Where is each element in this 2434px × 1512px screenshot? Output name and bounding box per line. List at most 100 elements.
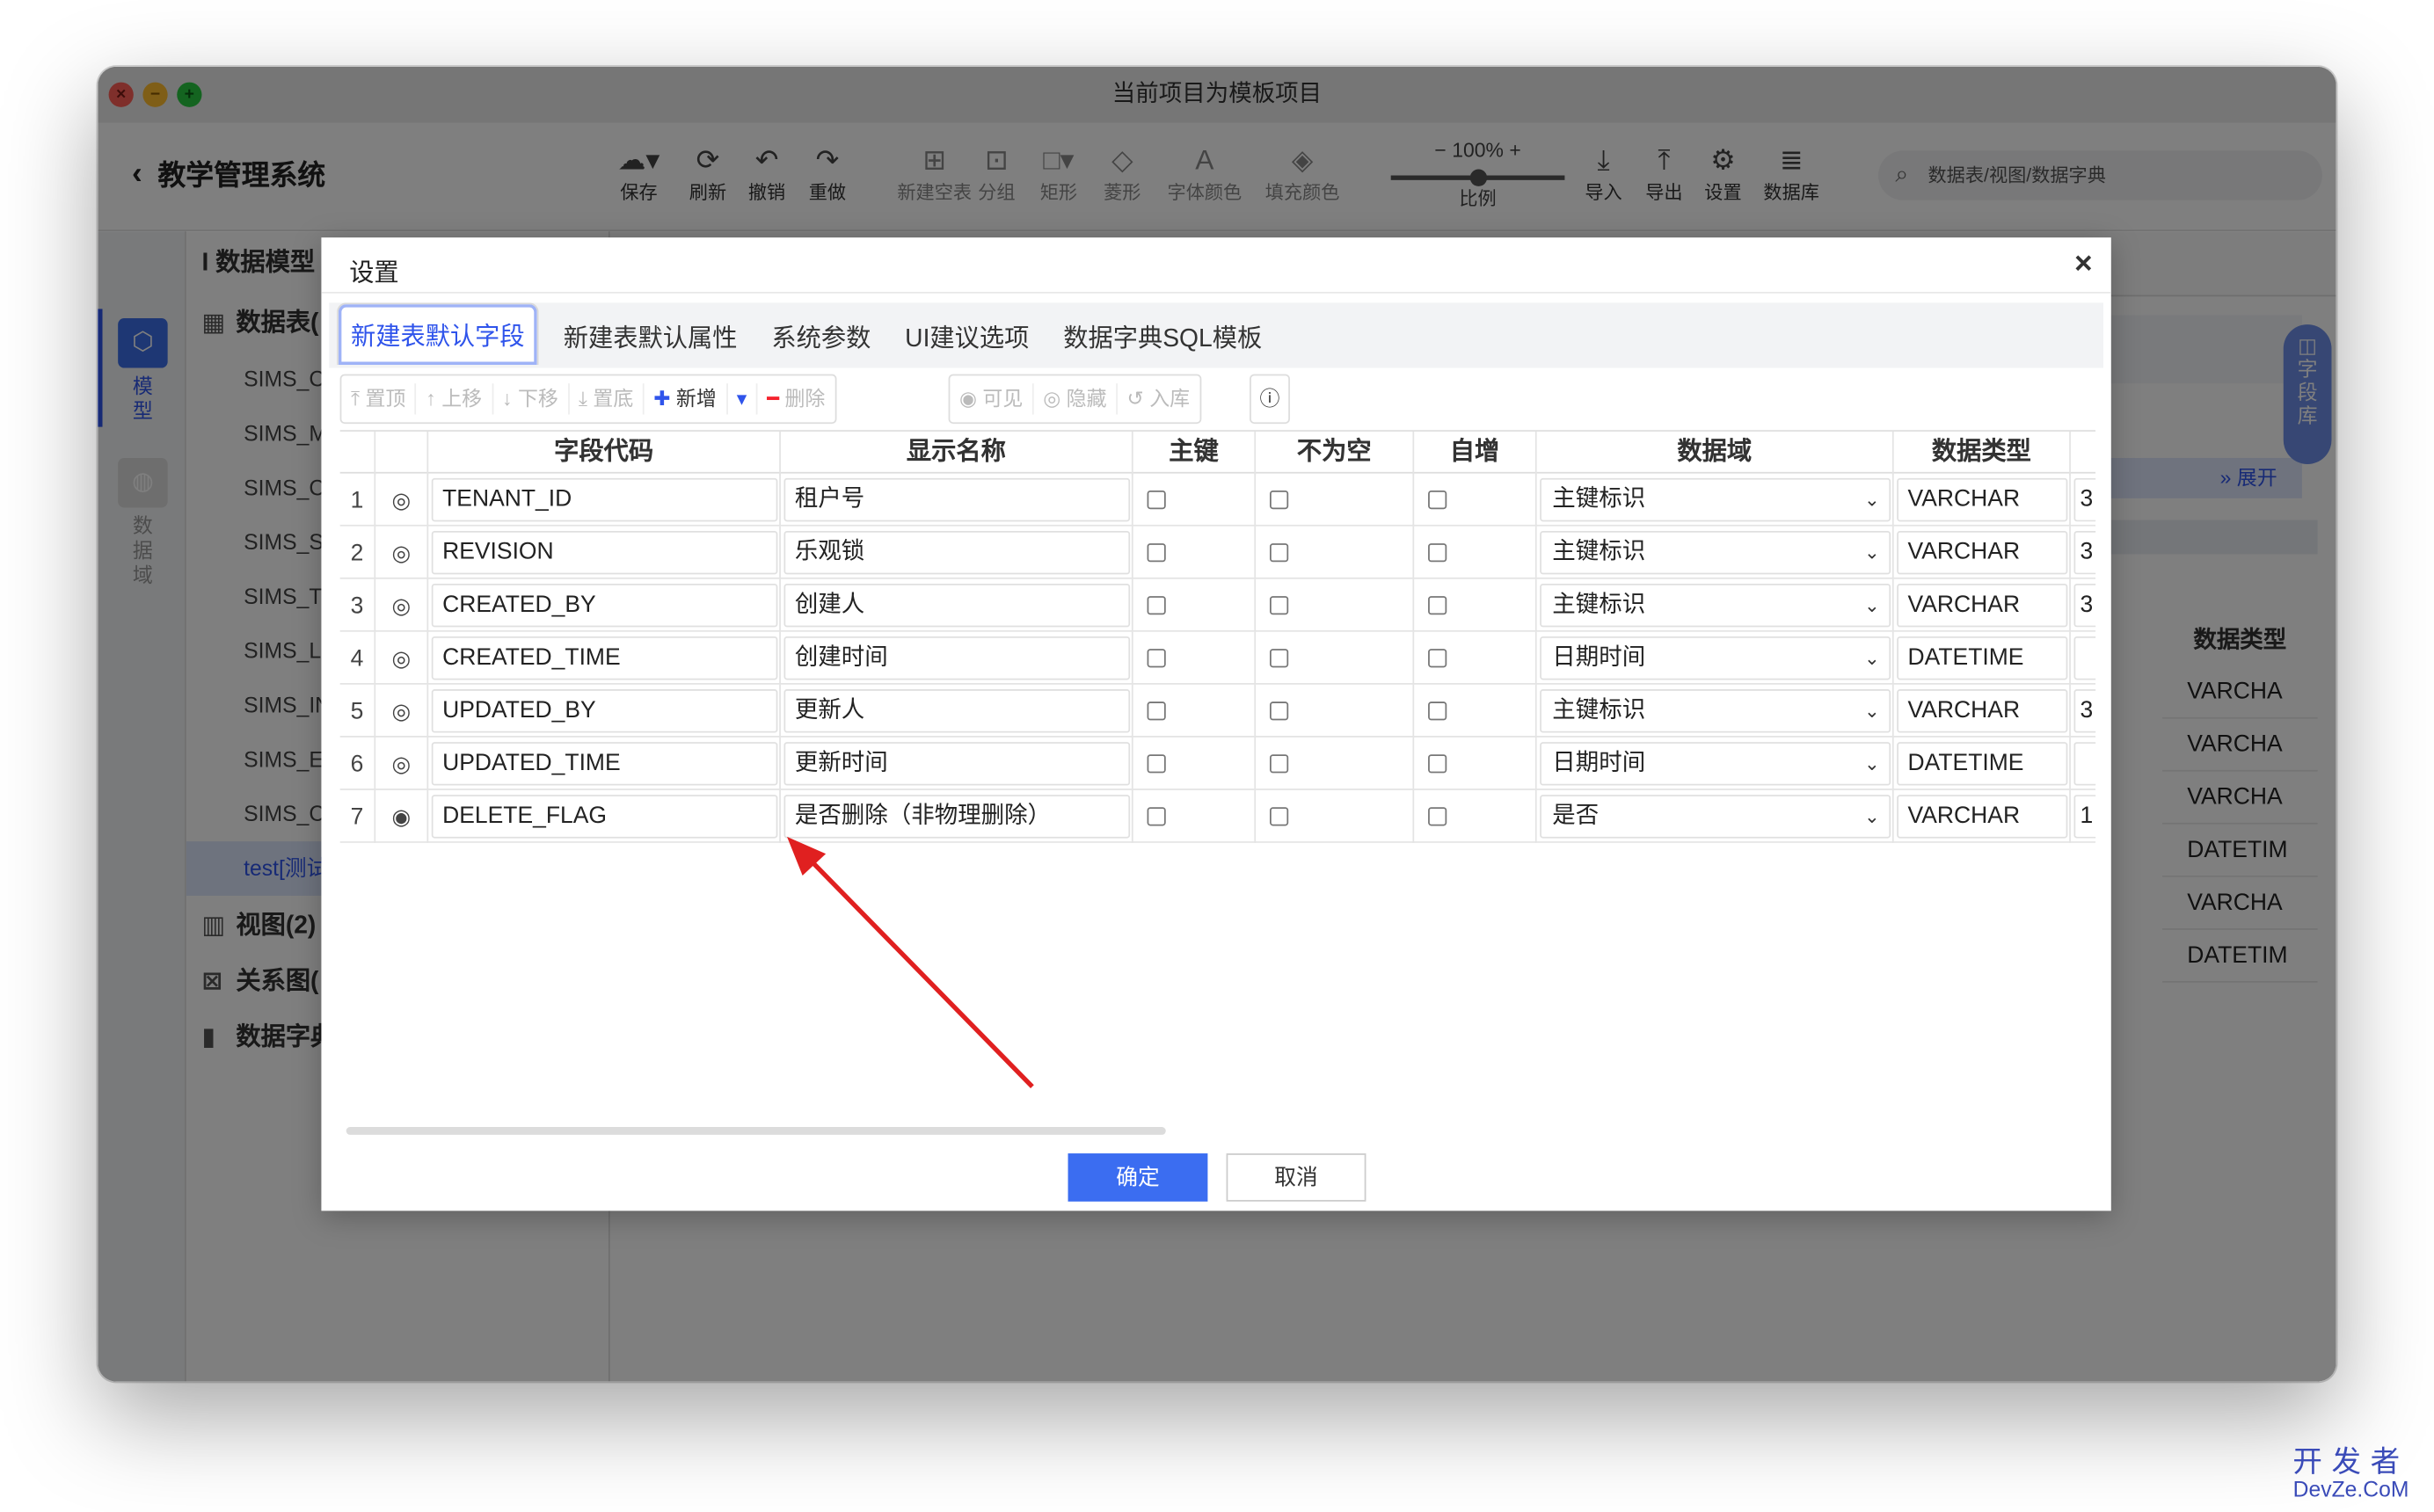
table-row[interactable]: 5 ◎ UPDATED_BY 更新人 主键标识 ⌄ VARCHAR 3 xyxy=(339,684,2096,738)
data-type-input[interactable]: DATETIME xyxy=(1897,742,2068,786)
display-name-input[interactable]: 租户号 xyxy=(783,477,1131,522)
info-icon: ⓘ xyxy=(1259,386,1280,411)
data-type-input[interactable]: VARCHAR xyxy=(1897,477,2068,522)
length-input[interactable]: 3 xyxy=(2073,530,2096,575)
persist-button[interactable]: ↺ 入库 xyxy=(1118,383,1199,414)
tab-default-fields[interactable]: 新建表默认字段 xyxy=(337,302,539,365)
field-code-input[interactable]: UPDATED_TIME xyxy=(431,742,778,786)
display-name-input[interactable]: 乐观锁 xyxy=(783,530,1131,575)
table-row[interactable]: 6 ◎ UPDATED_TIME 更新时间 日期时间 ⌄ DATETIME xyxy=(339,737,2096,790)
table-row[interactable]: 2 ◎ REVISION 乐观锁 主键标识 ⌄ VARCHAR 3 xyxy=(339,526,2096,579)
pk-checkbox[interactable] xyxy=(1147,807,1166,826)
pk-checkbox[interactable] xyxy=(1147,543,1166,563)
table-row[interactable]: 7 ◉ DELETE_FLAG 是否删除（非物理删除） 是否 ⌄ VARCHAR 1 xyxy=(339,789,2096,843)
eye-off-icon[interactable]: ◎ xyxy=(374,473,426,527)
cell-type: DATETIME xyxy=(1891,737,2069,790)
notnull-checkbox[interactable] xyxy=(1270,491,1289,510)
move-top-label: 置顶 xyxy=(365,386,406,411)
move-up-button[interactable]: ↑ 上移 xyxy=(417,383,493,415)
move-down-button[interactable]: ↓ 下移 xyxy=(493,383,570,415)
length-input[interactable] xyxy=(2073,742,2096,786)
close-icon[interactable]: × xyxy=(2074,245,2093,282)
auto-checkbox[interactable] xyxy=(1428,649,1447,668)
tab-ui-options[interactable]: UI建议选项 xyxy=(893,302,1041,367)
tab-system-params[interactable]: 系统参数 xyxy=(759,302,883,367)
eye-off-icon[interactable]: ◎ xyxy=(374,631,426,685)
data-type-input[interactable]: VARCHAR xyxy=(1897,795,2068,839)
domain-select[interactable]: 主键标识 ⌄ xyxy=(1540,530,1891,575)
domain-select[interactable]: 日期时间 ⌄ xyxy=(1540,742,1891,786)
cell-type: VARCHAR xyxy=(1891,789,2069,843)
pk-checkbox[interactable] xyxy=(1147,754,1166,774)
eye-off-icon[interactable]: ◎ xyxy=(374,526,426,579)
length-input[interactable] xyxy=(2073,636,2096,680)
domain-select[interactable]: 是否 ⌄ xyxy=(1540,795,1891,839)
auto-checkbox[interactable] xyxy=(1428,491,1447,510)
table-row[interactable]: 1 ◎ TENANT_ID 租户号 主键标识 ⌄ VARCHAR 3 xyxy=(339,473,2096,527)
eye-off-icon[interactable]: ◎ xyxy=(374,578,426,632)
length-input[interactable]: 3 xyxy=(2073,477,2096,522)
show-button[interactable]: ◉ 可见 xyxy=(950,383,1034,415)
eye-icon[interactable]: ◉ xyxy=(374,789,426,843)
field-code-input[interactable]: TENANT_ID xyxy=(431,477,778,522)
table-row[interactable]: 4 ◎ CREATED_TIME 创建时间 日期时间 ⌄ DATETIME xyxy=(339,631,2096,685)
notnull-checkbox[interactable] xyxy=(1270,701,1289,721)
domain-select[interactable]: 主键标识 ⌄ xyxy=(1540,583,1891,628)
tab-sql-templates[interactable]: 数据字典SQL模板 xyxy=(1051,302,1274,367)
delete-button[interactable]: ━ 删除 xyxy=(758,383,834,414)
domain-select[interactable]: 日期时间 ⌄ xyxy=(1540,636,1891,680)
horizontal-scrollbar[interactable] xyxy=(346,1127,1166,1135)
row-number: 1 xyxy=(350,486,364,513)
info-button[interactable]: ⓘ xyxy=(1250,374,1290,425)
cell-type: VARCHAR xyxy=(1891,526,2069,579)
field-code-input[interactable]: REVISION xyxy=(431,530,778,575)
hide-button[interactable]: ◎ 隐藏 xyxy=(1034,383,1118,415)
tab-default-attributes[interactable]: 新建表默认属性 xyxy=(551,302,750,367)
eye-off-icon[interactable]: ◎ xyxy=(374,684,426,738)
notnull-checkbox[interactable] xyxy=(1270,649,1289,668)
notnull-checkbox[interactable] xyxy=(1270,807,1289,826)
display-name-input[interactable]: 是否删除（非物理删除） xyxy=(783,795,1131,839)
notnull-checkbox[interactable] xyxy=(1270,754,1289,774)
move-top-button[interactable]: ⤒ 置顶 xyxy=(341,383,417,415)
field-code-input[interactable]: CREATED_TIME xyxy=(431,636,778,680)
notnull-checkbox[interactable] xyxy=(1270,596,1289,615)
data-type-input[interactable]: VARCHAR xyxy=(1897,583,2068,628)
cell-notnull xyxy=(1254,631,1412,685)
column-header-pk: 主键 xyxy=(1131,431,1254,476)
domain-select[interactable]: 主键标识 ⌄ xyxy=(1540,689,1891,733)
domain-select[interactable]: 主键标识 ⌄ xyxy=(1540,477,1891,522)
pk-checkbox[interactable] xyxy=(1147,649,1166,668)
auto-checkbox[interactable] xyxy=(1428,807,1447,826)
notnull-checkbox[interactable] xyxy=(1270,543,1289,563)
field-code-input[interactable]: DELETE_FLAG xyxy=(431,795,778,839)
data-type-input[interactable]: VARCHAR xyxy=(1897,689,2068,733)
add-dropdown-button[interactable]: ▾ xyxy=(727,383,758,415)
auto-checkbox[interactable] xyxy=(1428,596,1447,615)
field-code-input[interactable]: CREATED_BY xyxy=(431,583,778,628)
field-code-input[interactable]: UPDATED_BY xyxy=(431,689,778,733)
confirm-button[interactable]: 确定 xyxy=(1068,1153,1208,1202)
length-input[interactable]: 3 xyxy=(2073,689,2096,733)
pk-checkbox[interactable] xyxy=(1147,701,1166,721)
data-type-input[interactable]: VARCHAR xyxy=(1897,530,2068,575)
eye-off-icon[interactable]: ◎ xyxy=(374,737,426,790)
auto-checkbox[interactable] xyxy=(1428,754,1447,774)
cancel-button[interactable]: 取消 xyxy=(1226,1153,1366,1202)
display-name-input[interactable]: 创建时间 xyxy=(783,636,1131,680)
table-row[interactable]: 3 ◎ CREATED_BY 创建人 主键标识 ⌄ VARCHAR 3 xyxy=(339,578,2096,632)
add-button[interactable]: ✚ 新增 xyxy=(645,383,728,415)
cell-name: 是否删除（非物理删除） xyxy=(779,789,1132,843)
auto-checkbox[interactable] xyxy=(1428,543,1447,563)
auto-checkbox[interactable] xyxy=(1428,701,1447,721)
display-name-input[interactable]: 更新人 xyxy=(783,689,1131,733)
pk-checkbox[interactable] xyxy=(1147,491,1166,510)
cell-name: 更新人 xyxy=(779,684,1132,738)
length-input[interactable]: 3 xyxy=(2073,583,2096,628)
data-type-input[interactable]: DATETIME xyxy=(1897,636,2068,680)
pk-checkbox[interactable] xyxy=(1147,596,1166,615)
display-name-input[interactable]: 创建人 xyxy=(783,583,1131,628)
move-bottom-button[interactable]: ⤓ 置底 xyxy=(569,383,645,415)
length-input[interactable]: 1 xyxy=(2073,795,2096,839)
display-name-input[interactable]: 更新时间 xyxy=(783,742,1131,786)
